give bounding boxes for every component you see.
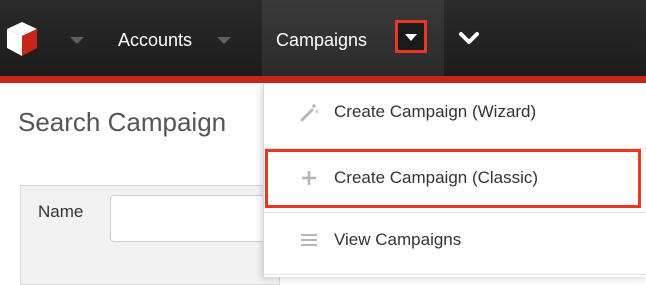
logo-cube-icon[interactable] (5, 20, 39, 58)
menu-item-view-campaigns[interactable]: View Campaigns (264, 212, 646, 272)
nav-tab-campaigns[interactable]: Campaigns (276, 26, 367, 54)
nav-tab-accounts[interactable]: Accounts (118, 26, 192, 54)
campaigns-caret-icon (405, 34, 417, 41)
top-navbar: Accounts Campaigns (0, 0, 646, 76)
menu-item-label: Create Campaign (Wizard) (334, 102, 537, 121)
wand-icon (300, 104, 318, 122)
menu-item-label: View Campaigns (334, 230, 462, 249)
menu-item-create-campaign-wizard[interactable]: Create Campaign (Wizard) (264, 84, 646, 144)
search-name-label: Name (38, 202, 84, 221)
nav-accent-stripe (0, 76, 646, 83)
accounts-caret-icon[interactable] (217, 37, 231, 44)
more-chevron-down-icon[interactable] (458, 30, 480, 46)
page-title: Search Campaign (18, 107, 227, 137)
campaigns-caret-button[interactable] (395, 20, 427, 53)
search-name-input[interactable] (110, 195, 280, 242)
highlight-classic-option (265, 149, 641, 208)
menu-divider (264, 274, 646, 275)
list-icon (301, 234, 317, 246)
logo-menu-caret-icon[interactable] (70, 37, 84, 44)
